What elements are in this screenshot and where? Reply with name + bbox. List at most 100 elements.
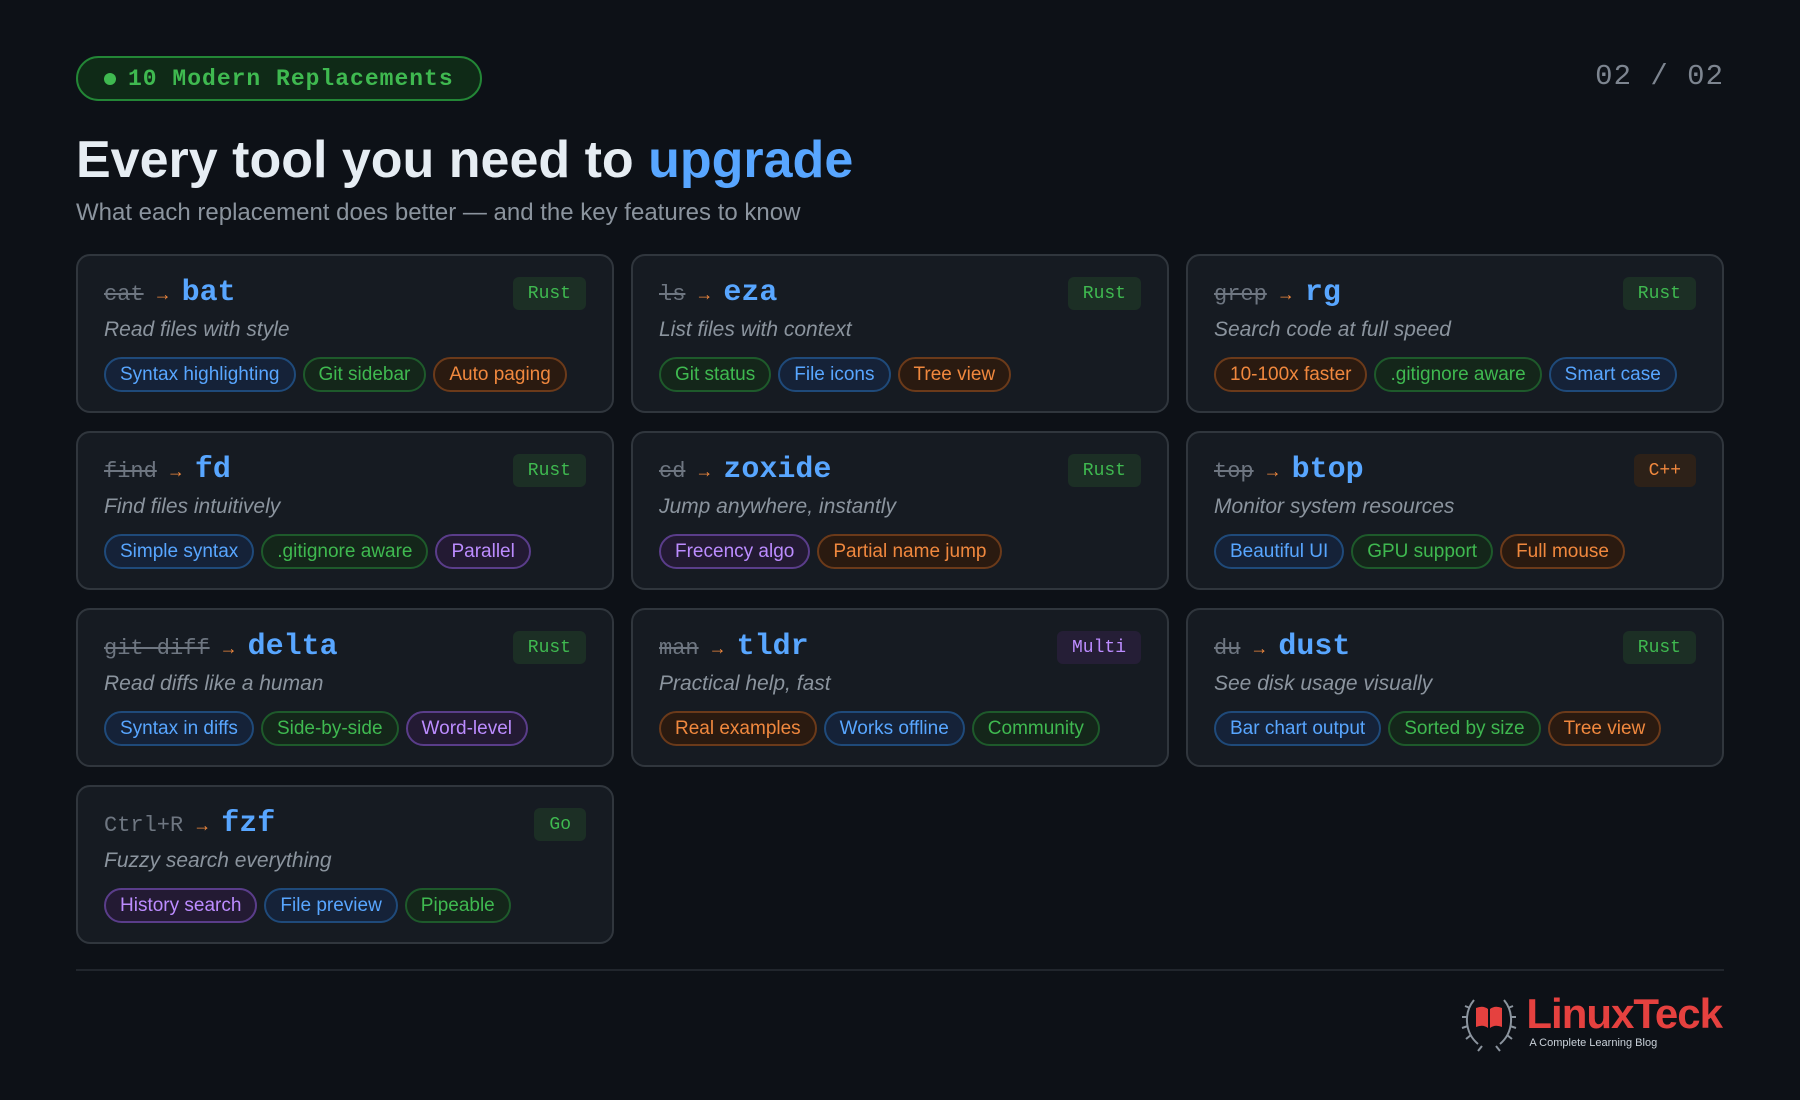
tool-card-btop: top → btop C++ Monitor system resources Beaut… [1186,431,1724,590]
arrow-right-icon: → [1263,461,1282,481]
new-command: btop [1291,453,1364,487]
feature-tag: History search [104,888,258,923]
new-command: fzf [221,807,276,841]
old-command: man [659,636,699,661]
old-command: du [1214,636,1241,661]
old-command: ls [659,282,686,307]
tool-card-delta: git diff → delta Rust Read diffs like a huma… [76,608,614,767]
feature-tag: Simple syntax [104,534,255,569]
language-badge: Rust [1067,277,1141,310]
tool-card-rg: grep → rg Rust Search code at full speed 10-1… [1186,254,1724,413]
page-number: 02 / 02 [1595,60,1724,93]
old-command: find [104,459,157,484]
tool-description: Practical help, fast [659,672,831,695]
feature-tags: Simple syntax .gitignore aware Parallel [104,534,586,569]
feature-tags: Git status File icons Tree view [659,357,1141,392]
tool-description: Monitor system resources [1214,495,1455,518]
tool-card-dust: du → dust Rust See disk usage visually Bar ch… [1186,608,1724,767]
new-command: bat [181,276,236,310]
tool-description: See disk usage visually [1214,672,1433,695]
tool-card-bat: cat → bat Rust Read files with style Syntax h… [76,254,614,413]
tool-description: List files with context [659,318,852,341]
page-subtitle: What each replacement does better — and … [76,199,801,226]
feature-tag: GPU support [1351,534,1494,569]
tool-card-zoxide: cd → zoxide Rust Jump anywhere, instantly Fre… [631,431,1169,590]
tool-card-fzf: Ctrl+R → fzf Go Fuzzy search everything Histo… [76,785,614,944]
new-command: rg [1304,276,1341,310]
old-command: cd [659,459,686,484]
new-command: dust [1278,630,1351,664]
feature-tag: Frecency algo [659,534,811,569]
section-badge-label: 10 Modern Replacements [128,65,454,92]
new-command: fd [194,453,231,487]
tool-description: Search code at full speed [1214,318,1451,341]
feature-tag: Syntax highlighting [104,357,296,392]
feature-tags: Bar chart output Sorted by size Tree view [1214,711,1696,746]
feature-tag: Partial name jump [817,534,1003,569]
brand-logo[interactable]: LinuxTeck A Complete Learning Blog [1460,990,1723,1052]
old-command: grep [1214,282,1267,307]
brand-name: LinuxTeck [1526,990,1723,1037]
arrow-right-icon: → [708,638,727,658]
language-badge: Rust [512,277,586,310]
tool-card-header: Ctrl+R → fzf [104,807,586,847]
arrow-right-icon: → [153,284,172,304]
feature-tag: Beautiful UI [1214,534,1345,569]
new-command: tldr [736,630,809,664]
feature-tag: Tree view [1547,711,1662,746]
feature-tag: Side-by-side [260,711,399,746]
feature-tags: 10-100x faster .gitignore aware Smart case [1214,357,1696,392]
feature-tag: Pipeable [404,888,511,923]
tool-description: Fuzzy search everything [104,849,332,872]
language-badge: Go [534,808,586,841]
tool-description: Jump anywhere, instantly [659,495,896,518]
old-command: Ctrl+R [104,813,184,838]
feature-tag: Syntax in diffs [104,711,254,746]
tool-description: Read files with style [104,318,290,341]
language-badge: Rust [512,631,586,664]
section-badge: 10 Modern Replacements [76,56,482,101]
book-laurel-icon [1462,999,1517,1052]
page-title-accent: upgrade [648,131,854,189]
feature-tags: Real examples Works offline Community [659,711,1141,746]
language-badge: Rust [1067,454,1141,487]
feature-tag: Bar chart output [1214,711,1382,746]
tools-grid: cat → bat Rust Read files with style Syntax h… [76,254,1724,944]
feature-tag: Parallel [435,534,531,569]
brand-tagline: A Complete Learning Blog [1529,1037,1658,1049]
feature-tag: .gitignore aware [261,534,429,569]
new-command: eza [723,276,778,310]
feature-tag: Community [971,711,1100,746]
feature-tag: Sorted by size [1388,711,1541,746]
arrow-right-icon: → [193,815,212,835]
feature-tag: Git status [659,357,772,392]
tool-card-eza: ls → eza Rust List files with context Git sta… [631,254,1169,413]
arrow-right-icon: → [166,461,185,481]
language-badge: Rust [1622,631,1696,664]
page-title: Every tool you need to upgrade [76,130,853,190]
new-command: zoxide [723,453,832,487]
feature-tag: Tree view [897,357,1012,392]
arrow-right-icon: → [695,284,714,304]
feature-tag: Smart case [1548,357,1677,392]
feature-tag: Git sidebar [302,357,427,392]
old-command: top [1214,459,1254,484]
feature-tags: History search File preview Pipeable [104,888,586,923]
feature-tag: 10-100x faster [1214,357,1368,392]
feature-tags: Syntax in diffs Side-by-side Word-level [104,711,586,746]
feature-tag: Works offline [823,711,965,746]
feature-tags: Syntax highlighting Git sidebar Auto pagin… [104,357,586,392]
feature-tag: File icons [778,357,891,392]
feature-tags: Beautiful UI GPU support Full mouse [1214,534,1696,569]
feature-tag: Full mouse [1500,534,1625,569]
status-dot-icon [104,72,116,85]
footer-divider [76,969,1724,971]
arrow-right-icon: → [695,461,714,481]
old-command: git diff [104,636,210,661]
tool-card-fd: find → fd Rust Find files intuitively Simple … [76,431,614,590]
arrow-right-icon: → [219,638,238,658]
arrow-right-icon: → [1276,284,1295,304]
feature-tag: .gitignore aware [1374,357,1542,392]
arrow-right-icon: → [1250,638,1269,658]
language-badge: Multi [1056,631,1141,664]
